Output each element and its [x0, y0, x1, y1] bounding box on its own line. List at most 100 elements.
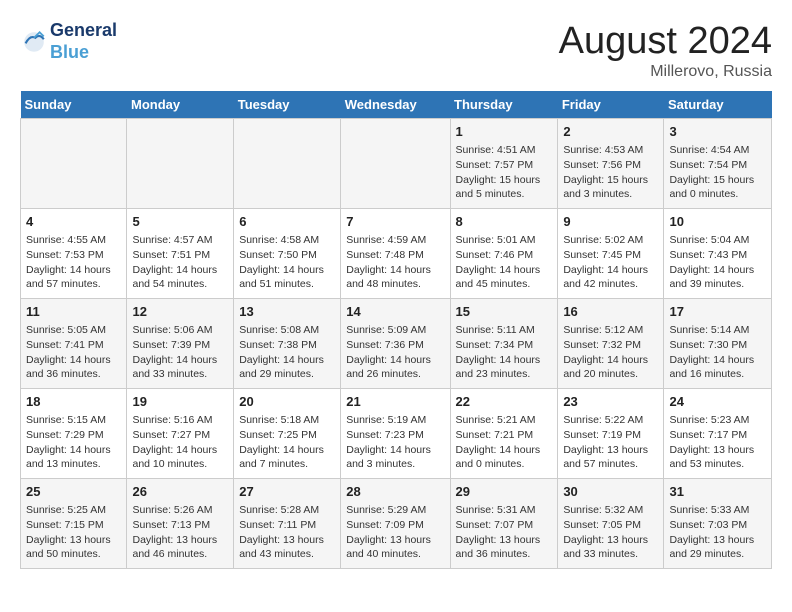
day-number: 8: [456, 213, 553, 231]
day-number: 19: [132, 393, 228, 411]
calendar-cell: 31 Sunrise: 5:33 AM Sunset: 7:03 PM Dayli…: [664, 479, 772, 569]
calendar-cell: 3 Sunrise: 4:54 AM Sunset: 7:54 PM Daylig…: [664, 119, 772, 209]
calendar-cell: 19 Sunrise: 5:16 AM Sunset: 7:27 PM Dayli…: [127, 389, 234, 479]
calendar-cell: 12Sunrise: 5:06 AM Sunset: 7:39 PM Dayli…: [127, 299, 234, 389]
calendar-body: 1 Sunrise: 4:51 AM Sunset: 7:57 PM Daylig…: [21, 119, 772, 569]
day-number: 30: [563, 483, 658, 501]
calendar-cell: [341, 119, 450, 209]
day-number: 20: [239, 393, 335, 411]
calendar-cell: 16Sunrise: 5:12 AM Sunset: 7:32 PM Dayli…: [558, 299, 664, 389]
calendar-cell: 9 Sunrise: 5:02 AM Sunset: 7:45 PM Daylig…: [558, 209, 664, 299]
day-info: Sunrise: 5:19 AM Sunset: 7:23 PM Dayligh…: [346, 413, 444, 472]
calendar-cell: 20 Sunrise: 5:18 AM Sunset: 7:25 PM Dayli…: [234, 389, 341, 479]
day-info: Sunrise: 5:16 AM Sunset: 7:27 PM Dayligh…: [132, 413, 228, 472]
day-number: 10: [669, 213, 766, 231]
calendar-week-row: 11 Sunrise: 5:05 AM Sunset: 7:41 PM Dayli…: [21, 299, 772, 389]
weekday-header-wednesday: Wednesday: [341, 91, 450, 119]
day-info: Sunrise: 4:55 AM Sunset: 7:53 PM Dayligh…: [26, 233, 121, 292]
day-number: 4: [26, 213, 121, 231]
calendar-cell: 24 Sunrise: 5:23 AM Sunset: 7:17 PM Dayli…: [664, 389, 772, 479]
day-number: 5: [132, 213, 228, 231]
calendar-cell: 23 Sunrise: 5:22 AM Sunset: 7:19 PM Dayli…: [558, 389, 664, 479]
weekday-header-row: SundayMondayTuesdayWednesdayThursdayFrid…: [21, 91, 772, 119]
day-number: 11: [26, 303, 121, 321]
calendar-cell: 27 Sunrise: 5:28 AM Sunset: 7:11 PM Dayli…: [234, 479, 341, 569]
calendar-table: SundayMondayTuesdayWednesdayThursdayFrid…: [20, 91, 772, 569]
calendar-cell: 8 Sunrise: 5:01 AM Sunset: 7:46 PM Daylig…: [450, 209, 558, 299]
calendar-cell: 25 Sunrise: 5:25 AM Sunset: 7:15 PM Dayli…: [21, 479, 127, 569]
calendar-cell: 22 Sunrise: 5:21 AM Sunset: 7:21 PM Dayli…: [450, 389, 558, 479]
day-info: Sunrise: 5:01 AM Sunset: 7:46 PM Dayligh…: [456, 233, 553, 292]
day-number: 26: [132, 483, 228, 501]
day-info: Sunrise: 5:05 AM Sunset: 7:41 PM Dayligh…: [26, 323, 121, 382]
logo-icon: [20, 28, 48, 56]
day-info: Sunrise: 5:25 AM Sunset: 7:15 PM Dayligh…: [26, 503, 121, 562]
day-number: 29: [456, 483, 553, 501]
day-number: 1: [456, 123, 553, 141]
day-number: 17: [669, 303, 766, 321]
day-info: Sunrise: 5:22 AM Sunset: 7:19 PM Dayligh…: [563, 413, 658, 472]
day-number: 7: [346, 213, 444, 231]
calendar-cell: 11 Sunrise: 5:05 AM Sunset: 7:41 PM Dayli…: [21, 299, 127, 389]
calendar-cell: 14 Sunrise: 5:09 AM Sunset: 7:36 PM Dayli…: [341, 299, 450, 389]
day-number: 6: [239, 213, 335, 231]
calendar-cell: 26 Sunrise: 5:26 AM Sunset: 7:13 PM Dayli…: [127, 479, 234, 569]
calendar-cell: 21 Sunrise: 5:19 AM Sunset: 7:23 PM Dayli…: [341, 389, 450, 479]
day-number: 16: [563, 303, 658, 321]
day-info: Sunrise: 5:26 AM Sunset: 7:13 PM Dayligh…: [132, 503, 228, 562]
calendar-header: SundayMondayTuesdayWednesdayThursdayFrid…: [21, 91, 772, 119]
page-header: General Blue August 2024 Millerovo, Russ…: [20, 20, 772, 81]
calendar-cell: 7 Sunrise: 4:59 AM Sunset: 7:48 PM Daylig…: [341, 209, 450, 299]
day-info: Sunrise: 5:02 AM Sunset: 7:45 PM Dayligh…: [563, 233, 658, 292]
day-info: Sunrise: 5:04 AM Sunset: 7:43 PM Dayligh…: [669, 233, 766, 292]
location: Millerovo, Russia: [559, 63, 772, 81]
calendar-cell: [234, 119, 341, 209]
calendar-week-row: 4 Sunrise: 4:55 AM Sunset: 7:53 PM Daylig…: [21, 209, 772, 299]
calendar-cell: 28Sunrise: 5:29 AM Sunset: 7:09 PM Dayli…: [341, 479, 450, 569]
weekday-header-saturday: Saturday: [664, 91, 772, 119]
day-number: 25: [26, 483, 121, 501]
day-info: Sunrise: 4:59 AM Sunset: 7:48 PM Dayligh…: [346, 233, 444, 292]
day-info: Sunrise: 5:14 AM Sunset: 7:30 PM Dayligh…: [669, 323, 766, 382]
calendar-cell: [127, 119, 234, 209]
day-number: 22: [456, 393, 553, 411]
day-info: Sunrise: 5:28 AM Sunset: 7:11 PM Dayligh…: [239, 503, 335, 562]
weekday-header-sunday: Sunday: [21, 91, 127, 119]
calendar-cell: 10 Sunrise: 5:04 AM Sunset: 7:43 PM Dayli…: [664, 209, 772, 299]
day-info: Sunrise: 5:33 AM Sunset: 7:03 PM Dayligh…: [669, 503, 766, 562]
weekday-header-thursday: Thursday: [450, 91, 558, 119]
day-info: Sunrise: 5:21 AM Sunset: 7:21 PM Dayligh…: [456, 413, 553, 472]
weekday-header-tuesday: Tuesday: [234, 91, 341, 119]
day-info: Sunrise: 5:06 AM Sunset: 7:39 PM Dayligh…: [132, 323, 228, 382]
calendar-cell: 4 Sunrise: 4:55 AM Sunset: 7:53 PM Daylig…: [21, 209, 127, 299]
calendar-cell: 29 Sunrise: 5:31 AM Sunset: 7:07 PM Dayli…: [450, 479, 558, 569]
day-number: 14: [346, 303, 444, 321]
month-year: August 2024: [559, 20, 772, 63]
day-number: 9: [563, 213, 658, 231]
day-info: Sunrise: 5:11 AM Sunset: 7:34 PM Dayligh…: [456, 323, 553, 382]
day-number: 3: [669, 123, 766, 141]
day-number: 31: [669, 483, 766, 501]
day-number: 27: [239, 483, 335, 501]
weekday-header-friday: Friday: [558, 91, 664, 119]
day-number: 2: [563, 123, 658, 141]
day-info: Sunrise: 4:57 AM Sunset: 7:51 PM Dayligh…: [132, 233, 228, 292]
day-info: Sunrise: 5:23 AM Sunset: 7:17 PM Dayligh…: [669, 413, 766, 472]
calendar-cell: 6Sunrise: 4:58 AM Sunset: 7:50 PM Daylig…: [234, 209, 341, 299]
day-number: 21: [346, 393, 444, 411]
logo-text: General Blue: [50, 20, 117, 63]
day-info: Sunrise: 5:09 AM Sunset: 7:36 PM Dayligh…: [346, 323, 444, 382]
calendar-cell: [21, 119, 127, 209]
calendar-cell: 1 Sunrise: 4:51 AM Sunset: 7:57 PM Daylig…: [450, 119, 558, 209]
day-number: 23: [563, 393, 658, 411]
day-number: 15: [456, 303, 553, 321]
calendar-cell: 17 Sunrise: 5:14 AM Sunset: 7:30 PM Dayli…: [664, 299, 772, 389]
day-info: Sunrise: 4:54 AM Sunset: 7:54 PM Dayligh…: [669, 143, 766, 202]
day-number: 24: [669, 393, 766, 411]
calendar-week-row: 18Sunrise: 5:15 AM Sunset: 7:29 PM Dayli…: [21, 389, 772, 479]
day-info: Sunrise: 5:18 AM Sunset: 7:25 PM Dayligh…: [239, 413, 335, 472]
calendar-week-row: 25 Sunrise: 5:25 AM Sunset: 7:15 PM Dayli…: [21, 479, 772, 569]
day-info: Sunrise: 5:31 AM Sunset: 7:07 PM Dayligh…: [456, 503, 553, 562]
day-info: Sunrise: 4:51 AM Sunset: 7:57 PM Dayligh…: [456, 143, 553, 202]
calendar-cell: 2Sunrise: 4:53 AM Sunset: 7:56 PM Daylig…: [558, 119, 664, 209]
